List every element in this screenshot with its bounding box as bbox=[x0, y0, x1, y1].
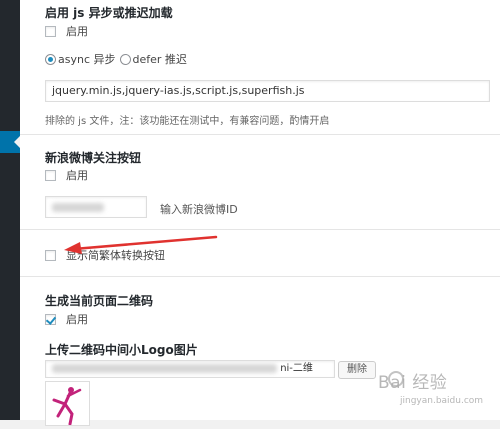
qrcode-title: 生成当前页面二维码 bbox=[45, 294, 154, 308]
weibo-enable-checkbox[interactable] bbox=[45, 169, 56, 181]
convert-checkbox[interactable] bbox=[45, 249, 56, 261]
weibo-id-input[interactable] bbox=[45, 196, 147, 218]
async-enable-checkbox[interactable] bbox=[45, 25, 56, 37]
section-divider bbox=[20, 276, 500, 277]
blurred-weibo-id bbox=[52, 202, 104, 212]
defer-radio[interactable] bbox=[119, 53, 131, 65]
async-mode-row: async 异步 defer 推迟 bbox=[45, 52, 187, 66]
async-enable-row[interactable]: 启用 bbox=[45, 24, 88, 38]
qrcode-logo-title: 上传二维码中间小Logo图片 bbox=[45, 343, 198, 357]
async-enable-label: 启用 bbox=[66, 25, 88, 38]
watermark-url: jingyan.baidu.com bbox=[400, 396, 484, 406]
red-arrow-icon bbox=[64, 235, 218, 254]
excluded-js-input[interactable]: jquery.min.js,jquery-ias.js,script.js,su… bbox=[45, 80, 490, 102]
weibo-title: 新浪微博关注按钮 bbox=[45, 151, 142, 165]
defer-radio-label: defer 推迟 bbox=[132, 53, 187, 66]
watermark-text: Bai 经验 bbox=[378, 373, 448, 393]
blurred-path bbox=[52, 363, 277, 373]
delete-logo-button[interactable]: 删除 bbox=[338, 361, 376, 379]
qrcode-enable-checkbox[interactable] bbox=[45, 313, 56, 325]
dancer-figure-icon bbox=[52, 387, 82, 426]
section-divider bbox=[20, 229, 500, 230]
settings-panel: 启用 js 异步或推迟加载 启用 async 异步 defer 推迟 jquer… bbox=[20, 0, 500, 426]
qrcode-enable-row[interactable]: 启用 bbox=[45, 312, 88, 326]
excluded-js-hint: 排除的 js 文件，注：该功能还在测试中，有兼容问题，酌情开启 bbox=[45, 116, 330, 127]
qrcode-logo-thumbnail bbox=[45, 381, 90, 426]
qrcode-enable-label: 启用 bbox=[66, 313, 88, 326]
qrcode-logo-path-input[interactable]: ni-二维 bbox=[45, 360, 335, 378]
logo-path-suffix: ni-二维 bbox=[280, 363, 313, 374]
weibo-enable-row[interactable]: 启用 bbox=[45, 168, 88, 182]
async-js-title: 启用 js 异步或推迟加载 bbox=[45, 6, 173, 20]
async-radio[interactable] bbox=[45, 53, 56, 65]
admin-sidebar bbox=[0, 0, 20, 420]
async-radio-label: async 异步 bbox=[58, 53, 116, 66]
weibo-id-hint: 输入新浪微博ID bbox=[160, 203, 238, 216]
weibo-enable-label: 启用 bbox=[66, 169, 88, 182]
section-divider bbox=[20, 134, 500, 135]
